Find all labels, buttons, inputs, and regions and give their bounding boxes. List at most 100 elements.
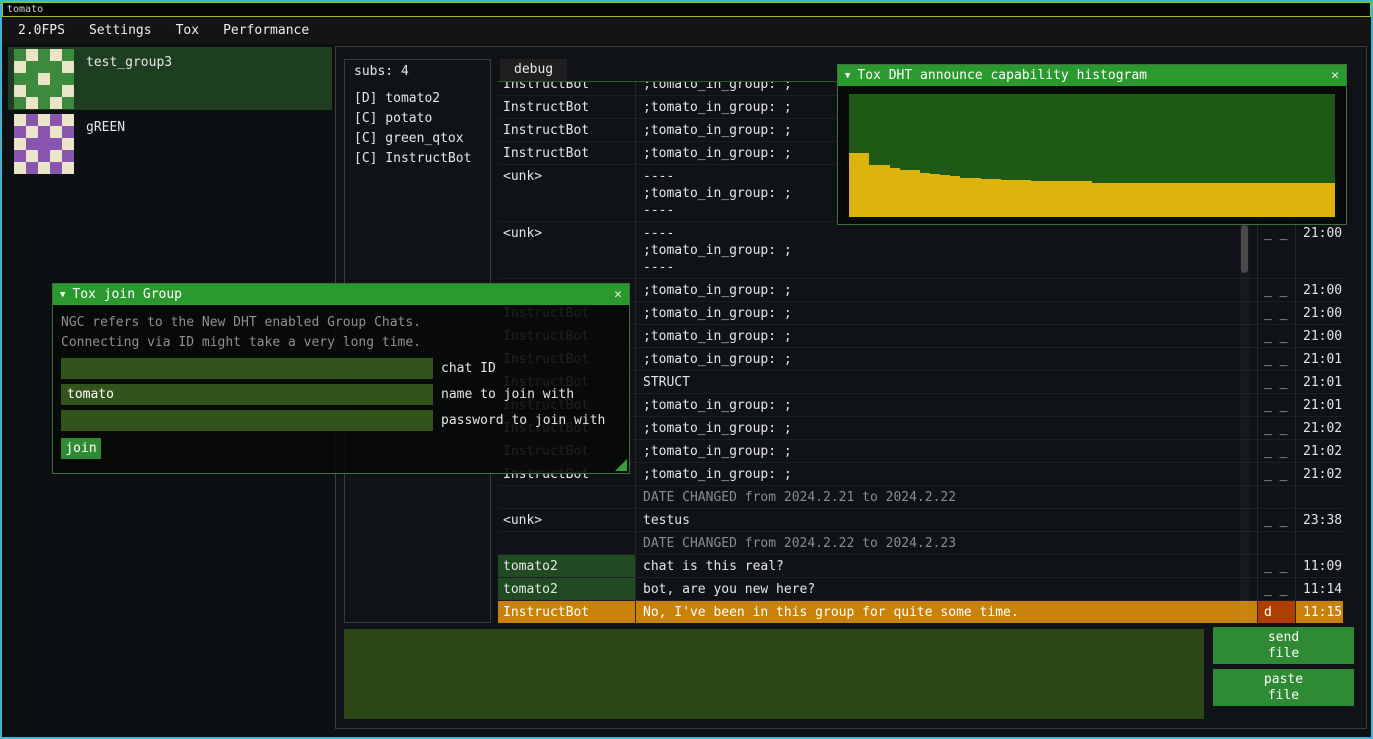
histogram-bar [890, 168, 900, 217]
message-time: 11:09 [1295, 555, 1343, 577]
message-input[interactable] [344, 629, 1204, 719]
join-button[interactable]: join [61, 438, 101, 459]
join-name-field-row: name to join with [61, 384, 629, 405]
avatar-pixel [50, 162, 62, 174]
member-item[interactable]: [C] green_qtox [354, 129, 490, 149]
close-icon[interactable]: ✕ [614, 287, 622, 302]
histogram-bar [900, 170, 910, 217]
avatar-pixel [26, 73, 38, 85]
message-status: _ _ [1257, 578, 1295, 600]
message-row: InstructBotNo, I've been in this group f… [498, 601, 1343, 623]
avatar-pixel [50, 97, 62, 109]
message-time [1295, 532, 1343, 554]
histogram-bar [1254, 183, 1264, 217]
message-time: 21:00 [1295, 279, 1343, 301]
paste-file-button[interactable]: paste file [1213, 669, 1354, 706]
histogram-bar [1122, 183, 1132, 217]
join-group-titlebar[interactable]: ▼ Tox join Group ✕ [53, 284, 629, 305]
avatar-pixel [62, 162, 74, 174]
message-text: DATE CHANGED from 2024.2.22 to 2024.2.23 [636, 532, 1257, 554]
histogram-titlebar[interactable]: ▼ Tox DHT announce capability histogram … [838, 65, 1346, 86]
message-text: ;tomato_in_group: ; [636, 440, 1257, 462]
histogram-bar [1244, 183, 1254, 217]
message-status: _ _ [1257, 394, 1295, 416]
histogram-bar [869, 165, 879, 217]
avatar-pixel [50, 150, 62, 162]
histogram-bar [1234, 183, 1244, 217]
avatar-pixel [26, 49, 38, 61]
histogram-bar [1284, 183, 1294, 217]
message-status: _ _ [1257, 302, 1295, 324]
collapse-arrow-icon[interactable]: ▼ [60, 290, 65, 300]
avatar-pixel [14, 73, 26, 85]
member-item[interactable]: [D] tomato2 [354, 89, 490, 109]
chat-id-input[interactable] [61, 358, 433, 379]
message-status [1257, 486, 1295, 508]
join-password-input[interactable] [61, 410, 433, 431]
menu-item-tox[interactable]: Tox [164, 19, 211, 42]
avatar-pixel [26, 138, 38, 150]
histogram-bar [879, 165, 889, 217]
avatar-pixel [38, 97, 50, 109]
histogram-bar [1264, 183, 1274, 217]
message-time [1295, 486, 1343, 508]
message-text: ;tomato_in_group: ; [636, 463, 1257, 485]
sender-name: <unk> [498, 509, 636, 531]
join-group-body: NGC refers to the New DHT enabled Group … [53, 305, 629, 459]
avatar-pixel [62, 73, 74, 85]
avatar-pixel [26, 162, 38, 174]
message-text: testus [636, 509, 1257, 531]
sender-name: <unk> [498, 222, 636, 278]
histogram-bar [1112, 183, 1122, 217]
join-name-input[interactable] [61, 384, 433, 405]
message-status: _ _ [1257, 440, 1295, 462]
sender-name: InstructBot [498, 82, 636, 95]
group-avatar [14, 114, 74, 174]
sidebar-item-test_group3[interactable]: test_group3 [8, 47, 332, 110]
menu-item-performance[interactable]: Performance [211, 19, 321, 42]
scrollbar-handle[interactable] [1241, 225, 1248, 273]
avatar-pixel [62, 61, 74, 73]
join-name-label: name to join with [441, 387, 574, 402]
resize-grip[interactable] [615, 459, 627, 471]
os-titlebar[interactable]: tomato [2, 2, 1371, 17]
message-status: _ _ [1257, 371, 1295, 393]
message-time: 21:02 [1295, 440, 1343, 462]
histogram-bar [849, 153, 859, 217]
app-window: tomato 2.0FPS SettingsToxPerformance tes… [0, 0, 1373, 739]
avatar-pixel [50, 49, 62, 61]
avatar-pixel [14, 85, 26, 97]
histogram-bar [910, 170, 920, 217]
message-row: <unk>---- ;tomato_in_group: ; ----_ _21:… [498, 222, 1343, 279]
histogram-bar [1041, 181, 1051, 217]
chat-id-field-row: chat ID [61, 358, 629, 379]
menu-bar: 2.0FPS SettingsToxPerformance [2, 17, 1371, 44]
histogram-plot [849, 94, 1335, 217]
sender-name [498, 532, 636, 554]
avatar-pixel [62, 150, 74, 162]
member-item[interactable]: [C] InstructBot [354, 149, 490, 169]
avatar-pixel [38, 73, 50, 85]
message-time: 21:00 [1295, 325, 1343, 347]
avatar-pixel [14, 162, 26, 174]
histogram-bar [1092, 183, 1102, 217]
sidebar-item-green[interactable]: gREEN [8, 112, 332, 175]
message-status: d [1257, 601, 1295, 623]
message-time: 23:38 [1295, 509, 1343, 531]
message-text: ;tomato_in_group: ; [636, 302, 1257, 324]
avatar-pixel [26, 126, 38, 138]
send-file-button[interactable]: send file [1213, 627, 1354, 664]
histogram-bar [1214, 183, 1224, 217]
histogram-bar [940, 175, 950, 217]
member-item[interactable]: [C] potato [354, 109, 490, 129]
close-icon[interactable]: ✕ [1331, 68, 1339, 83]
histogram-bar [1143, 183, 1153, 217]
menu-item-settings[interactable]: Settings [77, 19, 164, 42]
group-name: gREEN [86, 120, 125, 175]
tab-debug[interactable]: debug [500, 59, 567, 81]
collapse-arrow-icon[interactable]: ▼ [845, 71, 850, 81]
sender-name: tomato2 [498, 555, 636, 577]
message-text: ;tomato_in_group: ; [636, 279, 1257, 301]
fps-counter: 2.0FPS [6, 23, 77, 38]
message-text: DATE CHANGED from 2024.2.21 to 2024.2.22 [636, 486, 1257, 508]
